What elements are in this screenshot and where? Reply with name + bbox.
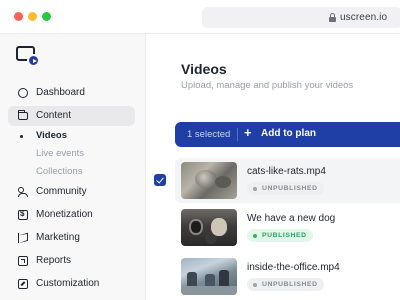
sidebar-item-reports[interactable]: Reports: [8, 251, 135, 271]
maximize-window-button[interactable]: [42, 12, 51, 21]
video-row[interactable]: inside-the-office.mp4 UNPUBLISHED: [175, 254, 400, 299]
lock-icon: [329, 13, 336, 22]
sidebar-item-marketing[interactable]: Marketing: [8, 228, 135, 248]
customization-icon: [18, 279, 28, 289]
address-bar[interactable]: uscreen.io: [202, 7, 400, 28]
status-badge: PUBLISHED: [247, 229, 313, 242]
selected-count: 1 selected: [187, 129, 231, 140]
sidebar-item-label: Monetization: [36, 209, 93, 220]
status-badge: UNPUBLISHED: [247, 278, 324, 291]
sidebar-item-monetization[interactable]: Monetization: [8, 205, 135, 225]
video-thumbnail[interactable]: [181, 258, 237, 295]
video-name[interactable]: We have a new dog: [247, 213, 335, 224]
dashboard-icon: [18, 88, 28, 98]
sidebar-item-label: Dashboard: [36, 87, 85, 98]
url-text: uscreen.io: [340, 12, 388, 23]
sidebar-item-community[interactable]: Community: [8, 182, 135, 202]
row-checkbox[interactable]: [154, 174, 166, 186]
video-row[interactable]: cats-like-rats.mp4 UNPUBLISHED: [154, 158, 400, 203]
megaphone-icon: [18, 233, 28, 243]
page-title: Videos: [181, 61, 227, 77]
sidebar-item-content[interactable]: Content: [8, 106, 135, 126]
active-bullet-icon: [20, 135, 23, 138]
main-content: Videos Upload, manage and publish your v…: [146, 34, 400, 300]
sidebar-item-label: Marketing: [36, 232, 80, 243]
video-thumbnail[interactable]: [181, 209, 237, 246]
browser-titlebar: uscreen.io: [0, 0, 400, 34]
sidebar-item-label: Reports: [36, 255, 72, 266]
sidebar: Dashboard Content Videos Live events Col…: [0, 34, 146, 300]
money-icon: [18, 209, 28, 220]
sidebar-item-label: Content: [36, 110, 72, 121]
sidebar-item-customization[interactable]: Customization: [8, 274, 135, 294]
plus-icon[interactable]: +: [244, 125, 252, 140]
minimize-window-button[interactable]: [28, 12, 37, 21]
sidebar-item-dashboard[interactable]: Dashboard: [8, 83, 135, 103]
video-name[interactable]: inside-the-office.mp4: [247, 262, 340, 273]
sidebar-subitem-videos[interactable]: Videos: [36, 130, 67, 141]
sidebar-item-label: Customization: [36, 278, 100, 289]
uscreen-logo-icon[interactable]: [16, 46, 42, 68]
sidebar-subitem-collections[interactable]: Collections: [36, 166, 82, 177]
video-thumbnail[interactable]: [181, 162, 237, 199]
status-badge: UNPUBLISHED: [247, 182, 324, 195]
page-subtitle: Upload, manage and publish your videos: [181, 80, 354, 91]
video-row[interactable]: We have a new dog PUBLISHED: [175, 205, 400, 250]
add-to-plan-button[interactable]: Add to plan: [261, 128, 316, 139]
report-icon: [18, 256, 28, 266]
sidebar-subitem-live-events[interactable]: Live events: [36, 148, 84, 159]
people-icon: [18, 187, 28, 197]
sidebar-item-label: Community: [36, 186, 87, 197]
folder-icon: [17, 109, 28, 120]
bulk-action-bar: 1 selected + Add to plan: [175, 122, 400, 147]
close-window-button[interactable]: [14, 12, 23, 21]
video-name[interactable]: cats-like-rats.mp4: [247, 166, 326, 177]
divider: [237, 128, 238, 141]
